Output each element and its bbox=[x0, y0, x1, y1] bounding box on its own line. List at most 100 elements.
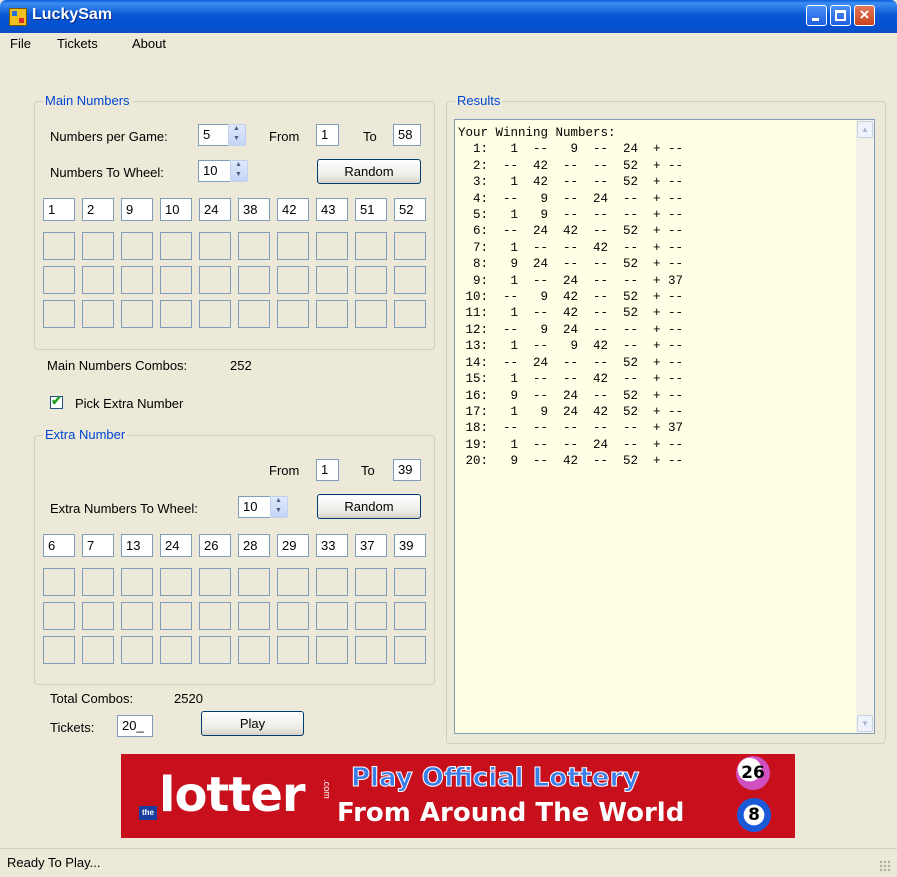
scroll-down-arrow-icon[interactable]: ▼ bbox=[857, 715, 873, 732]
extra-from-input[interactable]: 1 bbox=[316, 459, 339, 481]
empty-number-cell[interactable] bbox=[43, 602, 75, 630]
results-textbox[interactable]: Your Winning Numbers: 1: 1 -- 9 -- 24 + … bbox=[454, 119, 875, 734]
empty-number-cell[interactable] bbox=[355, 300, 387, 328]
empty-number-cell[interactable] bbox=[316, 568, 348, 596]
menu-file[interactable]: File bbox=[10, 33, 31, 55]
empty-number-cell[interactable] bbox=[121, 300, 153, 328]
scroll-up-arrow-icon[interactable]: ▲ bbox=[857, 121, 873, 138]
empty-number-cell[interactable] bbox=[316, 636, 348, 664]
number-cell[interactable]: 6 bbox=[43, 534, 75, 557]
empty-number-cell[interactable] bbox=[316, 602, 348, 630]
empty-number-cell[interactable] bbox=[43, 232, 75, 260]
empty-number-cell[interactable] bbox=[394, 266, 426, 294]
number-cell[interactable]: 51 bbox=[355, 198, 387, 221]
empty-number-cell[interactable] bbox=[394, 602, 426, 630]
empty-number-cell[interactable] bbox=[82, 300, 114, 328]
empty-number-cell[interactable] bbox=[121, 266, 153, 294]
number-cell[interactable]: 38 bbox=[238, 198, 270, 221]
empty-number-cell[interactable] bbox=[43, 266, 75, 294]
empty-number-cell[interactable] bbox=[199, 636, 231, 664]
empty-number-cell[interactable] bbox=[277, 636, 309, 664]
empty-number-cell[interactable] bbox=[82, 568, 114, 596]
lottery-ad-banner[interactable]: the lotter .com Play Official Lottery Fr… bbox=[121, 754, 795, 838]
number-cell[interactable]: 24 bbox=[199, 198, 231, 221]
empty-number-cell[interactable] bbox=[199, 266, 231, 294]
empty-number-cell[interactable] bbox=[160, 266, 192, 294]
pick-extra-checkbox[interactable]: ✔ bbox=[50, 393, 63, 409]
empty-number-cell[interactable] bbox=[199, 602, 231, 630]
numbers-to-wheel-input[interactable]: 10 bbox=[198, 160, 230, 182]
close-button[interactable]: × bbox=[854, 5, 875, 26]
empty-number-cell[interactable] bbox=[394, 300, 426, 328]
empty-number-cell[interactable] bbox=[238, 232, 270, 260]
empty-number-cell[interactable] bbox=[316, 266, 348, 294]
empty-number-cell[interactable] bbox=[43, 300, 75, 328]
empty-number-cell[interactable] bbox=[277, 568, 309, 596]
main-to-input[interactable]: 58 bbox=[393, 124, 421, 146]
title-bar[interactable]: LuckySam × bbox=[0, 0, 897, 33]
number-cell[interactable]: 13 bbox=[121, 534, 153, 557]
resize-grip-icon[interactable] bbox=[879, 860, 891, 872]
numbers-per-game-spinner[interactable] bbox=[228, 124, 246, 146]
empty-number-cell[interactable] bbox=[316, 232, 348, 260]
empty-number-cell[interactable] bbox=[238, 636, 270, 664]
maximize-button[interactable] bbox=[830, 5, 851, 26]
number-cell[interactable]: 29 bbox=[277, 534, 309, 557]
extra-random-button[interactable]: Random bbox=[317, 494, 421, 519]
empty-number-cell[interactable] bbox=[160, 232, 192, 260]
number-cell[interactable]: 42 bbox=[277, 198, 309, 221]
menu-about[interactable]: About bbox=[132, 33, 166, 55]
empty-number-cell[interactable] bbox=[316, 300, 348, 328]
number-cell[interactable]: 33 bbox=[316, 534, 348, 557]
empty-number-cell[interactable] bbox=[355, 636, 387, 664]
extra-wheel-input[interactable]: 10 bbox=[238, 496, 270, 518]
number-cell[interactable]: 28 bbox=[238, 534, 270, 557]
empty-number-cell[interactable] bbox=[277, 300, 309, 328]
number-cell[interactable]: 9 bbox=[121, 198, 153, 221]
empty-number-cell[interactable] bbox=[355, 266, 387, 294]
numbers-per-game-input[interactable]: 5 bbox=[198, 124, 228, 146]
empty-number-cell[interactable] bbox=[394, 636, 426, 664]
number-cell[interactable]: 2 bbox=[82, 198, 114, 221]
empty-number-cell[interactable] bbox=[121, 232, 153, 260]
empty-number-cell[interactable] bbox=[238, 266, 270, 294]
empty-number-cell[interactable] bbox=[199, 232, 231, 260]
empty-number-cell[interactable] bbox=[238, 602, 270, 630]
empty-number-cell[interactable] bbox=[82, 266, 114, 294]
empty-number-cell[interactable] bbox=[160, 602, 192, 630]
empty-number-cell[interactable] bbox=[160, 568, 192, 596]
number-cell[interactable]: 43 bbox=[316, 198, 348, 221]
number-cell[interactable]: 52 bbox=[394, 198, 426, 221]
tickets-input[interactable]: 20_ bbox=[117, 715, 153, 737]
empty-number-cell[interactable] bbox=[43, 568, 75, 596]
empty-number-cell[interactable] bbox=[238, 568, 270, 596]
empty-number-cell[interactable] bbox=[199, 568, 231, 596]
number-cell[interactable]: 39 bbox=[394, 534, 426, 557]
numbers-to-wheel-spinner[interactable] bbox=[230, 160, 248, 182]
extra-to-input[interactable]: 39 bbox=[393, 459, 421, 481]
empty-number-cell[interactable] bbox=[277, 602, 309, 630]
empty-number-cell[interactable] bbox=[394, 232, 426, 260]
empty-number-cell[interactable] bbox=[43, 636, 75, 664]
number-cell[interactable]: 7 bbox=[82, 534, 114, 557]
number-cell[interactable]: 1 bbox=[43, 198, 75, 221]
empty-number-cell[interactable] bbox=[121, 602, 153, 630]
play-button[interactable]: Play bbox=[201, 711, 304, 736]
empty-number-cell[interactable] bbox=[82, 602, 114, 630]
menu-tickets[interactable]: Tickets bbox=[57, 33, 98, 55]
empty-number-cell[interactable] bbox=[277, 232, 309, 260]
main-random-button[interactable]: Random bbox=[317, 159, 421, 184]
empty-number-cell[interactable] bbox=[121, 636, 153, 664]
empty-number-cell[interactable] bbox=[121, 568, 153, 596]
empty-number-cell[interactable] bbox=[82, 232, 114, 260]
results-scrollbar[interactable]: ▲ ▼ bbox=[856, 120, 874, 733]
empty-number-cell[interactable] bbox=[355, 232, 387, 260]
empty-number-cell[interactable] bbox=[355, 602, 387, 630]
main-from-input[interactable]: 1 bbox=[316, 124, 339, 146]
empty-number-cell[interactable] bbox=[277, 266, 309, 294]
extra-wheel-spinner[interactable] bbox=[270, 496, 288, 518]
number-cell[interactable]: 37 bbox=[355, 534, 387, 557]
number-cell[interactable]: 26 bbox=[199, 534, 231, 557]
empty-number-cell[interactable] bbox=[160, 300, 192, 328]
empty-number-cell[interactable] bbox=[82, 636, 114, 664]
